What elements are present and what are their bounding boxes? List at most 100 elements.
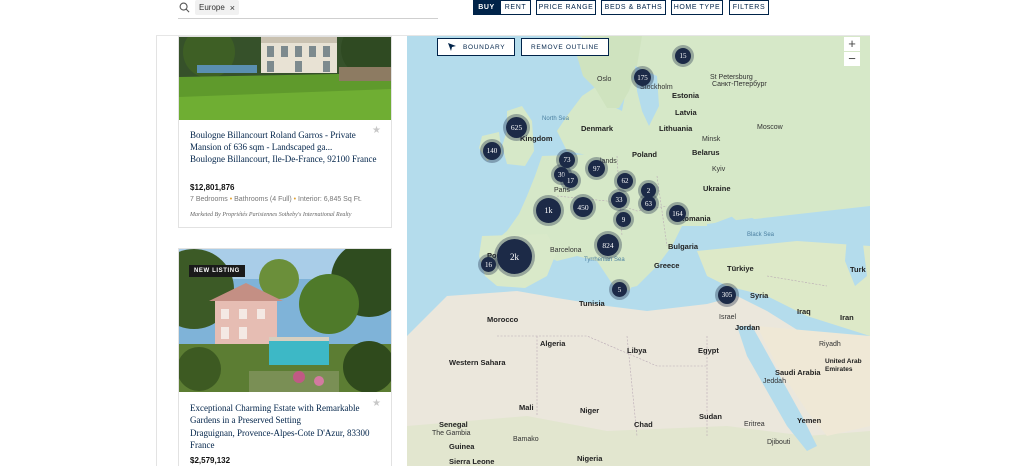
map-cluster-marker[interactable]: 625 bbox=[506, 117, 527, 138]
map-label-bamako: Bamako bbox=[513, 436, 539, 443]
listing-specs: 7 Bedrooms • Bathrooms (4 Full) • Interi… bbox=[190, 196, 362, 203]
map-label-iran: Iran bbox=[840, 313, 854, 322]
map-cluster-marker[interactable]: 16 bbox=[481, 257, 496, 272]
left-panel-border bbox=[156, 0, 157, 466]
beds-baths-dropdown[interactable]: BEDS & BATHS bbox=[601, 0, 666, 15]
map-cluster-marker[interactable]: 33 bbox=[611, 192, 627, 208]
top-filter-bar: Europe × BUY RENT PRICE RANGE BEDS & BAT… bbox=[0, 0, 1026, 36]
map-label-kyiv: Kyiv bbox=[712, 166, 726, 173]
map-label-morocco: Morocco bbox=[487, 315, 519, 324]
rent-tab[interactable]: RENT bbox=[500, 0, 531, 15]
search-chip-label: Europe bbox=[199, 3, 225, 12]
map-label-greece: Greece bbox=[654, 261, 680, 270]
home-type-dropdown[interactable]: HOME TYPE bbox=[671, 0, 723, 15]
map-label-barcelona: Barcelona bbox=[550, 247, 582, 254]
filters-button[interactable]: FILTERS bbox=[729, 0, 769, 15]
buy-tab[interactable]: BUY bbox=[473, 0, 500, 15]
map-label-kingdom: Kingdom bbox=[520, 134, 553, 143]
map-label-denmark: Denmark bbox=[581, 124, 614, 133]
zoom-in-button[interactable]: + bbox=[844, 37, 860, 51]
map-label-poland: Poland bbox=[632, 150, 658, 159]
map-label-sierra-leone: Sierra Leone bbox=[449, 457, 495, 466]
listing-bedrooms: 7 Bedrooms bbox=[190, 196, 228, 203]
map-label-riyadh: Riyadh bbox=[819, 341, 841, 348]
favorite-star-icon[interactable]: ★ bbox=[372, 398, 381, 409]
map-label-st-petersburg-ru: Санкт-Петербург bbox=[712, 81, 767, 88]
search-icon[interactable] bbox=[179, 2, 190, 13]
remove-outline-button[interactable]: REMOVE OUTLINE bbox=[521, 38, 609, 56]
remove-outline-label: REMOVE OUTLINE bbox=[531, 43, 599, 51]
map-cluster-marker[interactable]: 450 bbox=[573, 197, 593, 217]
listing-photo[interactable] bbox=[179, 37, 391, 120]
map-label-mali: Mali bbox=[519, 403, 534, 412]
zoom-out-button[interactable]: − bbox=[844, 52, 860, 66]
boundary-icon bbox=[448, 43, 456, 51]
map-label-latvia: Latvia bbox=[675, 108, 697, 117]
map-label-ukraine: Ukraine bbox=[703, 184, 731, 193]
map-cluster-marker[interactable]: 140 bbox=[483, 142, 501, 160]
map-cluster-marker[interactable]: 305 bbox=[718, 286, 736, 304]
map-cluster-marker[interactable]: 73 bbox=[559, 152, 575, 168]
map-label-estonia: Estonia bbox=[672, 91, 700, 100]
map-label-djibouti: Djibouti bbox=[767, 439, 791, 446]
map-cluster-marker[interactable]: 62 bbox=[617, 173, 633, 189]
map-view[interactable]: St Petersburg Санкт-Петербург Stockholm … bbox=[407, 36, 870, 466]
map-label-egypt: Egypt bbox=[698, 346, 719, 355]
map-cluster-marker[interactable]: 9 bbox=[616, 212, 631, 227]
map-label-nigeria: Nigeria bbox=[577, 454, 603, 463]
map-label-jordan: Jordan bbox=[735, 323, 761, 332]
map-cluster-marker[interactable]: 175 bbox=[634, 69, 651, 86]
map-label-israel: Israel bbox=[719, 314, 737, 321]
map-cluster-marker[interactable]: 824 bbox=[597, 234, 619, 256]
map-cluster-marker[interactable]: 1k bbox=[536, 198, 561, 223]
search-input[interactable] bbox=[178, 18, 438, 19]
map-label-sudan: Sudan bbox=[699, 412, 722, 421]
map-label-algeria: Algeria bbox=[540, 339, 566, 348]
map-label-turkiye: Türkiye bbox=[727, 264, 754, 273]
map-cluster-marker[interactable]: 63 bbox=[641, 196, 656, 211]
listing-interior: Interior: 6,845 Sq Ft. bbox=[298, 196, 362, 203]
map-label-st-petersburg: St Petersburg bbox=[710, 74, 753, 81]
map-label-paris: Paris bbox=[554, 187, 570, 194]
map-label-tunisia: Tunisia bbox=[579, 299, 605, 308]
map-label-uae: United Arab Emirates bbox=[825, 358, 862, 373]
map-cluster-marker[interactable]: 2k bbox=[497, 239, 532, 274]
map-label-libya: Libya bbox=[627, 346, 647, 355]
listing-title[interactable]: Exceptional Charming Estate with Remarka… bbox=[190, 402, 376, 426]
map-cluster-marker[interactable]: 164 bbox=[669, 205, 686, 222]
map-cluster-marker[interactable]: 15 bbox=[675, 48, 691, 64]
listing-title[interactable]: Boulogne Billancourt Roland Garros - Pri… bbox=[190, 129, 370, 153]
map-label-moscow: Moscow bbox=[757, 124, 783, 131]
map-label-minsk: Minsk bbox=[702, 136, 721, 143]
listing-price: $12,801,876 bbox=[190, 183, 235, 192]
listing-card[interactable]: NEW LISTING Exceptional Charming Estate … bbox=[178, 248, 392, 466]
map-label-syria: Syria bbox=[750, 291, 769, 300]
listing-card[interactable]: Boulogne Billancourt Roland Garros - Pri… bbox=[178, 36, 392, 228]
map-label-senegal: Senegal bbox=[439, 420, 468, 429]
map-label-guinea: Guinea bbox=[449, 442, 475, 451]
favorite-star-icon[interactable]: ★ bbox=[372, 125, 381, 136]
chip-remove-icon[interactable]: × bbox=[230, 3, 235, 13]
map-label-iraq: Iraq bbox=[797, 307, 811, 316]
map-label-western-sahara: Western Sahara bbox=[449, 358, 506, 367]
price-range-dropdown[interactable]: PRICE RANGE bbox=[536, 0, 596, 15]
map-label-eritrea: Eritrea bbox=[744, 421, 765, 428]
map-cluster-marker[interactable]: 5 bbox=[612, 282, 627, 297]
map-label-lithuania: Lithuania bbox=[659, 124, 693, 133]
map-label-saudi-arabia: Saudi Arabia bbox=[775, 368, 821, 377]
map-label-oslo: Oslo bbox=[597, 76, 612, 83]
listing-address: Boulogne Billancourt, Ile-De-France, 921… bbox=[190, 154, 377, 164]
map-label-jeddah: Jeddah bbox=[763, 378, 786, 385]
listing-address: Draguignan, Provence-Alpes-Cote D'Azur, … bbox=[190, 428, 370, 450]
map-cluster-marker[interactable]: 97 bbox=[588, 160, 605, 177]
boundary-button[interactable]: BOUNDARY bbox=[437, 38, 516, 56]
map-cluster-marker[interactable]: 17 bbox=[563, 173, 578, 188]
boundary-label: BOUNDARY bbox=[463, 43, 506, 51]
map-label-yemen: Yemen bbox=[797, 416, 822, 425]
listing-price: $2,579,132 bbox=[190, 456, 231, 465]
map-label-chad: Chad bbox=[634, 420, 653, 429]
search-chip-europe[interactable]: Europe × bbox=[195, 0, 240, 15]
listing-bathrooms: Bathrooms (4 Full) bbox=[234, 196, 292, 203]
map-label-bulgaria: Bulgaria bbox=[668, 242, 699, 251]
map-label-turk: Turk bbox=[850, 265, 866, 274]
